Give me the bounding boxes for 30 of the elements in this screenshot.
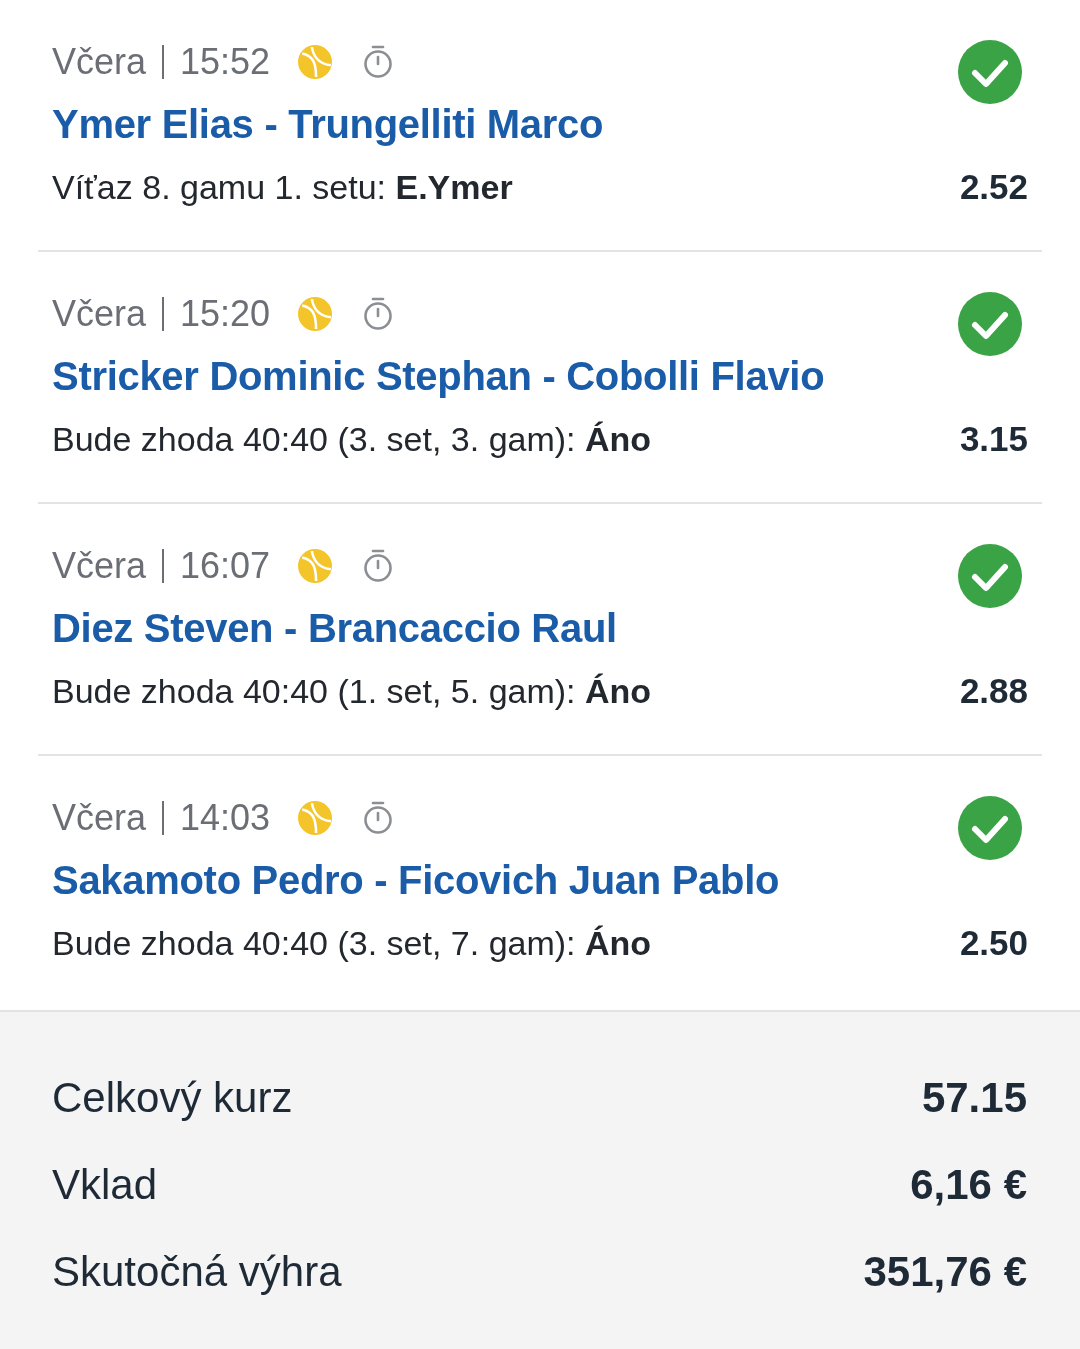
summary-label: Celkový kurz <box>52 1073 293 1123</box>
match-title[interactable]: Diez Steven - Brancaccio Raul <box>52 598 617 658</box>
summary-label: Vklad <box>52 1160 158 1210</box>
bet-odds: 2.88 <box>959 669 1028 712</box>
bet-day: Včera <box>52 791 147 845</box>
summary-value: 6,16 € <box>910 1160 1027 1210</box>
bet-day: Včera <box>52 287 147 341</box>
bet-odds: 3.15 <box>959 417 1028 460</box>
summary-value: 351,76 € <box>863 1247 1027 1297</box>
bet-time: 16:07 <box>180 544 271 588</box>
bet-odds: 2.52 <box>959 165 1028 208</box>
bet-market: Víťaz 8. gamu 1. setu: E.Ymer <box>52 166 513 208</box>
bet-market: Bude zhoda 40:40 (3. set, 7. gam): Áno <box>52 922 652 964</box>
bet-day: Včera <box>52 35 147 89</box>
match-title[interactable]: Stricker Dominic Stephan - Cobolli Flavio <box>52 346 825 406</box>
tennis-ball-icon <box>298 801 333 835</box>
tennis-ball-icon <box>298 45 333 79</box>
summary-value: 57.15 <box>921 1073 1027 1123</box>
bet-time: 15:52 <box>180 40 271 84</box>
summary-label: Skutočná výhra <box>52 1247 342 1297</box>
tennis-ball-icon <box>298 297 333 331</box>
bet-time: 15:20 <box>180 292 271 336</box>
bet-odds: 2.50 <box>959 921 1028 964</box>
bet-day: Včera <box>52 539 147 593</box>
bet-market: Bude zhoda 40:40 (1. set, 5. gam): Áno <box>52 670 652 712</box>
match-title[interactable]: Ymer Elias - Trungelliti Marco <box>52 94 604 154</box>
match-title[interactable]: Sakamoto Pedro - Ficovich Juan Pablo <box>52 850 780 910</box>
bet-market: Bude zhoda 40:40 (3. set, 3. gam): Áno <box>52 418 652 460</box>
tennis-ball-icon <box>298 549 333 583</box>
bet-time: 14:03 <box>180 796 271 840</box>
